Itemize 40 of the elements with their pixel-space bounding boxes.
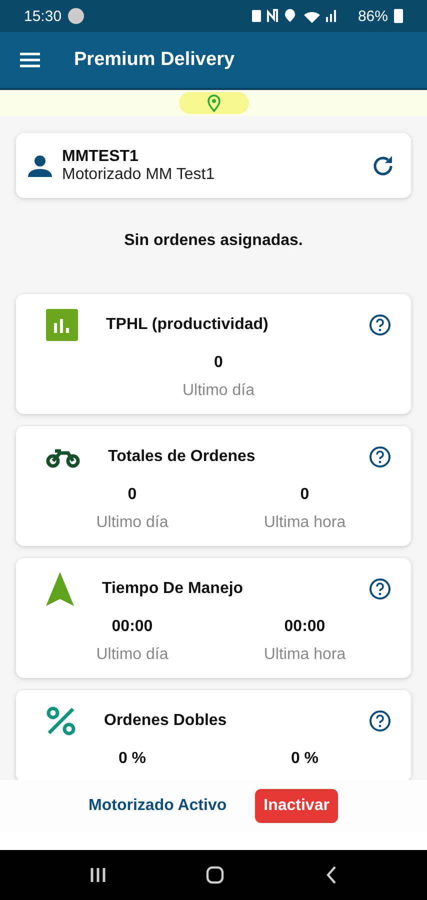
stat-label: Ultimo día — [182, 382, 255, 400]
card-title: Tiempo De Manejo — [102, 580, 244, 598]
card-title: Totales de Ordenes — [108, 448, 256, 466]
stat-value: 00:00 — [284, 618, 326, 636]
navigation-arrow-icon — [46, 572, 74, 606]
app-title: Premium Delivery — [74, 49, 235, 71]
refresh-icon[interactable] — [371, 154, 395, 178]
user-code: MMTEST1 — [62, 148, 140, 166]
location-pin-icon — [206, 94, 220, 112]
battery-percent: 86% — [358, 8, 388, 24]
menu-icon[interactable] — [20, 52, 40, 68]
user-name: Motorizado MM Test1 — [62, 166, 216, 184]
card-title: Ordenes Dobles — [104, 712, 228, 730]
stat-value: 0 — [128, 486, 137, 504]
help-icon[interactable] — [369, 578, 391, 600]
stat-value: 0 % — [290, 750, 319, 768]
person-icon — [28, 154, 52, 176]
rider-status: Motorizado Activo — [88, 797, 227, 815]
stat-label: Ultima hora — [264, 646, 346, 664]
stat-value: 00:00 — [112, 618, 153, 636]
stat-label: Ultimo día — [96, 514, 168, 532]
stat-value: 0 % — [118, 750, 146, 768]
notification-icon — [68, 8, 84, 24]
stat-label: Ultimo día — [96, 646, 168, 664]
stat-label: Ultima hora — [264, 514, 346, 532]
battery-icon — [394, 9, 403, 23]
clock-time: 15:30 — [24, 8, 62, 24]
deactivate-button[interactable]: Inactivar — [254, 789, 338, 823]
stat-value: 0 — [300, 486, 310, 504]
empty-orders-message: Sin ordenes asignadas. — [124, 232, 303, 250]
bar-chart-icon — [46, 309, 78, 341]
stat-value: 0 — [214, 354, 223, 372]
card-title: TPHL (productividad) — [106, 316, 270, 334]
home-icon[interactable] — [206, 866, 224, 884]
back-icon[interactable] — [324, 866, 337, 884]
recent-apps-icon[interactable] — [90, 867, 106, 883]
help-icon[interactable] — [369, 710, 391, 732]
help-icon[interactable] — [369, 446, 391, 468]
percent-icon — [46, 706, 76, 736]
help-icon[interactable] — [369, 314, 391, 336]
